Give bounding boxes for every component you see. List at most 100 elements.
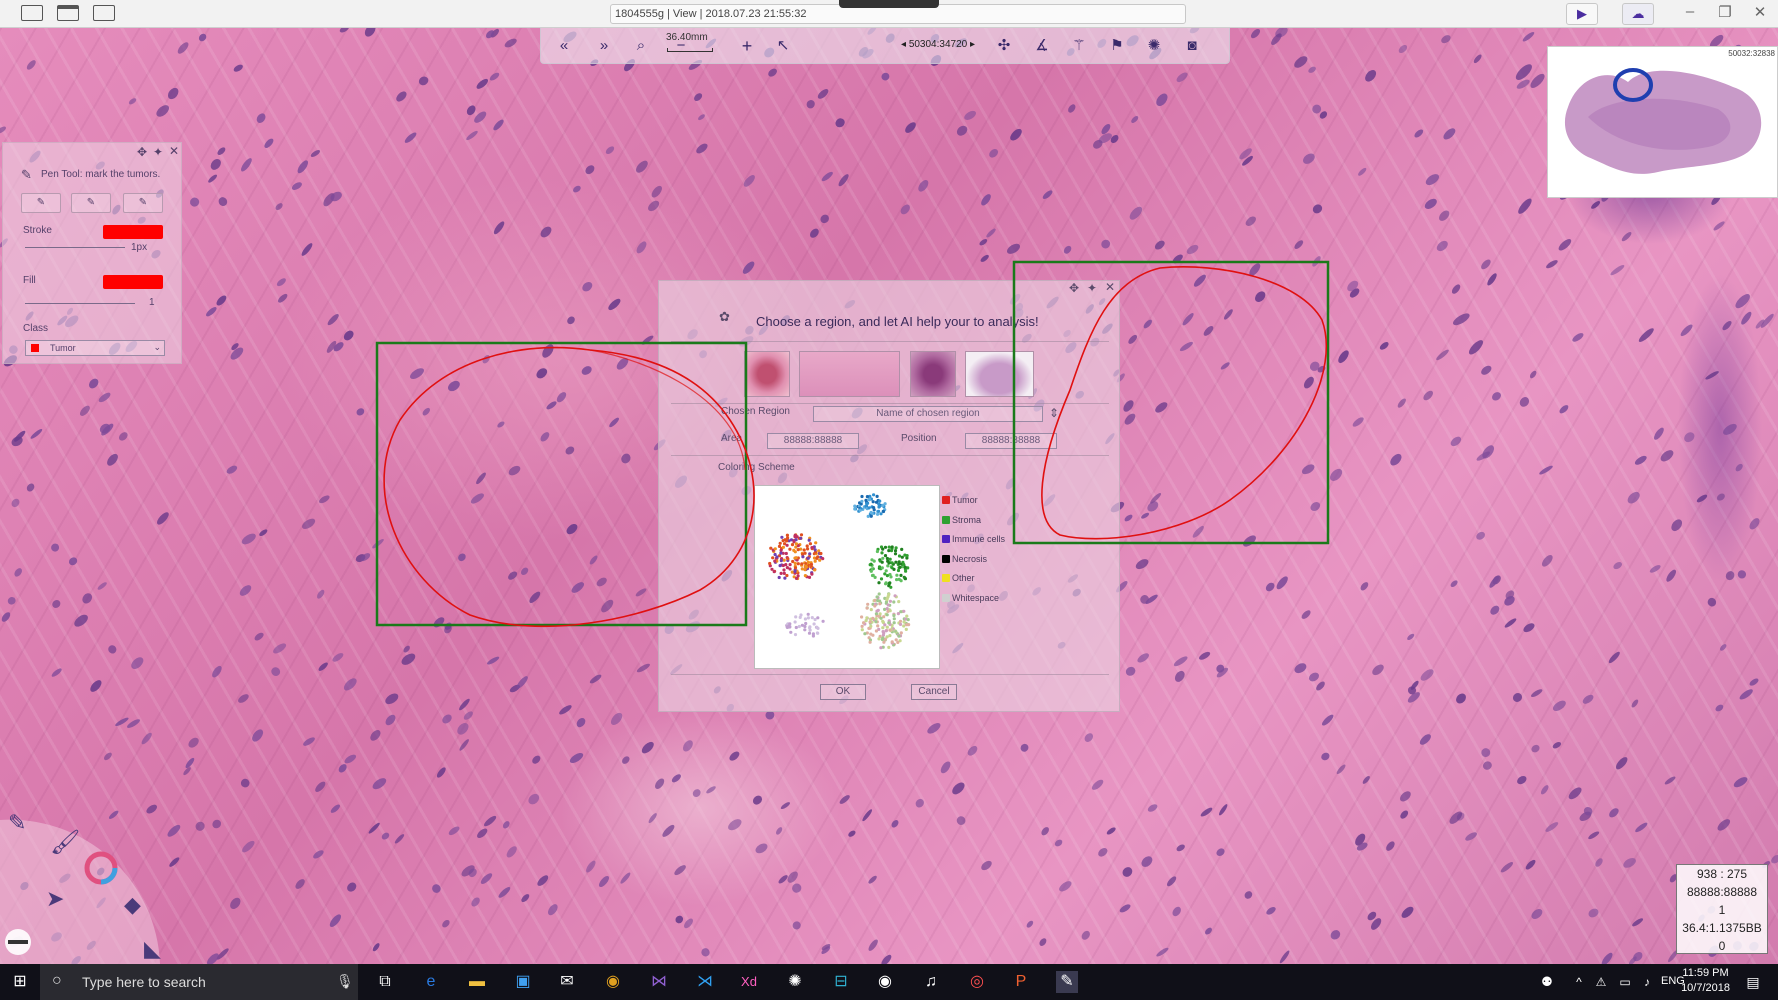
restore-icon[interactable]: ❐: [1714, 3, 1736, 21]
cancel-button[interactable]: Cancel: [911, 684, 957, 700]
music-icon[interactable]: ♫: [920, 971, 942, 993]
region-thumbnail-1[interactable]: [744, 351, 790, 397]
file-explorer-icon[interactable]: ▬: [466, 971, 488, 993]
cell-nucleus: [1482, 761, 1492, 770]
pen-mode-polygon-button[interactable]: ✎: [71, 193, 111, 213]
magic-wand-icon[interactable]: ⚚: [1068, 36, 1090, 56]
fill-color-swatch[interactable]: [103, 275, 163, 289]
dock-icon[interactable]: ✦: [153, 145, 163, 159]
vscode-icon[interactable]: ⋊: [694, 971, 716, 993]
powerpoint-icon[interactable]: P: [1010, 971, 1032, 993]
cell-nucleus: [208, 174, 218, 183]
dialog-prompt: Choose a region, and let AI help your to…: [756, 314, 1039, 329]
cell-nucleus: [1020, 743, 1029, 752]
layout-right-icon[interactable]: [93, 5, 115, 21]
chosen-region-input[interactable]: Name of chosen region: [813, 406, 1043, 422]
stroke-width-slider[interactable]: [25, 247, 125, 248]
brain-icon[interactable]: ☁: [1622, 3, 1654, 25]
chrome-alt-icon[interactable]: ◉: [874, 971, 896, 993]
minimize-icon[interactable]: –: [1679, 3, 1701, 20]
network-tray-icon[interactable]: ▭: [1614, 971, 1636, 993]
camera-icon[interactable]: ◙: [1181, 36, 1203, 56]
overview-minimap[interactable]: 50032:32838: [1547, 46, 1778, 198]
pen-mode-eraser-button[interactable]: ✎: [123, 193, 163, 213]
microphone-icon[interactable]: 🎙: [336, 973, 354, 990]
brush-icon[interactable]: 🖌: [50, 829, 80, 856]
dialog-pin-icon[interactable]: ✥: [1069, 281, 1079, 295]
region-stepper-icon[interactable]: ⇕: [1049, 406, 1059, 420]
forward-icon[interactable]: »: [593, 36, 615, 56]
edge-icon[interactable]: e: [420, 971, 442, 993]
coord-left-arrow[interactable]: ◂: [901, 39, 909, 50]
tray-clock[interactable]: 11:59 PM 10/7/2018: [1681, 966, 1730, 996]
region-thumbnail-4[interactable]: [965, 351, 1034, 397]
ok-button[interactable]: OK: [820, 684, 866, 700]
dialog-dock-icon[interactable]: ✦: [1087, 281, 1097, 295]
play-button[interactable]: ▶: [1566, 3, 1598, 25]
cell-nucleus: [463, 711, 474, 720]
divider: [671, 403, 1109, 404]
navigate-icon[interactable]: ➤: [46, 886, 64, 911]
region-thumbnail-3[interactable]: [910, 351, 956, 397]
layout-top-icon[interactable]: [57, 5, 79, 21]
aperture-icon[interactable]: ✺: [1143, 36, 1165, 56]
zoom-plus-icon[interactable]: +: [736, 36, 758, 56]
dialog-close-icon[interactable]: ✕: [1105, 280, 1115, 294]
app-icon[interactable]: ✺: [784, 971, 806, 993]
tag-icon[interactable]: ⚑: [1106, 36, 1128, 56]
cell-nucleus: [1443, 128, 1456, 140]
cell-nucleus: [1330, 468, 1343, 481]
title-grip[interactable]: [839, 0, 939, 8]
position-value[interactable]: 88888:88888: [965, 433, 1057, 449]
task-view-icon[interactable]: ⧉: [374, 971, 396, 993]
stroke-color-swatch[interactable]: [103, 225, 163, 239]
cell-nucleus: [868, 875, 877, 884]
scatter-point: [874, 620, 878, 624]
mail-icon[interactable]: ✉: [556, 971, 578, 993]
netease-icon[interactable]: ◎: [966, 971, 988, 993]
coordinates-readout[interactable]: ◂ 50304:34720 ▸: [901, 39, 975, 50]
scatter-point: [902, 609, 906, 613]
back-icon[interactable]: «: [553, 36, 575, 56]
pointer-icon[interactable]: ↖: [772, 36, 794, 56]
coord-right-arrow[interactable]: ▸: [967, 39, 975, 50]
pin-icon[interactable]: ✥: [137, 145, 147, 159]
windows-start-icon[interactable]: ⊞: [9, 971, 31, 993]
tray-app-icon[interactable]: ⚠: [1590, 971, 1612, 993]
volume-icon[interactable]: ♪: [1636, 971, 1658, 993]
shape-icon[interactable]: ◣: [144, 936, 161, 961]
cell-nucleus: [848, 830, 856, 837]
scatter-point: [863, 632, 867, 636]
scatter-point: [890, 545, 894, 549]
app-editor-icon[interactable]: ⊟: [830, 971, 852, 993]
pen-tool-icon[interactable]: ✎: [8, 810, 26, 835]
people-icon[interactable]: ⚉: [1536, 971, 1558, 993]
adobe-xd-icon[interactable]: Xd: [738, 971, 760, 993]
viewer-app-icon[interactable]: ✎: [1056, 971, 1078, 993]
pen-mode-freehand-button[interactable]: ✎: [21, 193, 61, 213]
eraser-icon[interactable]: ◆: [124, 892, 141, 917]
zoom-out-button[interactable]: [621, 36, 643, 56]
tray-chevron-icon[interactable]: ^: [1568, 971, 1590, 993]
panel-close-icon[interactable]: ✕: [169, 144, 179, 158]
chrome-icon[interactable]: ◉: [602, 971, 624, 993]
visual-studio-icon[interactable]: ⋈: [648, 971, 670, 993]
cell-nucleus: [1266, 906, 1276, 915]
network-icon[interactable]: ✣: [993, 36, 1015, 56]
ruler-icon[interactable]: ∡: [1031, 36, 1053, 56]
region-thumbnail-2[interactable]: [799, 351, 900, 397]
class-value: Tumor: [50, 343, 76, 353]
close-icon[interactable]: ✕: [1749, 3, 1771, 21]
cell-nucleus: [216, 295, 227, 306]
chevron-down-icon[interactable]: ⌄: [153, 342, 161, 353]
scatter-point: [866, 514, 870, 518]
area-value[interactable]: 88888:88888: [767, 433, 859, 449]
taskbar-search[interactable]: ○ Type here to search 🎙: [40, 964, 358, 1000]
notification-icon[interactable]: ▤: [1742, 971, 1764, 993]
layout-left-icon[interactable]: [21, 5, 43, 21]
fill-opacity-slider[interactable]: [25, 303, 135, 304]
class-select[interactable]: Tumor ⌄: [25, 340, 165, 356]
cell-nucleus: [1436, 240, 1448, 252]
cell-nucleus: [264, 138, 274, 148]
store-icon[interactable]: ▣: [512, 971, 534, 993]
